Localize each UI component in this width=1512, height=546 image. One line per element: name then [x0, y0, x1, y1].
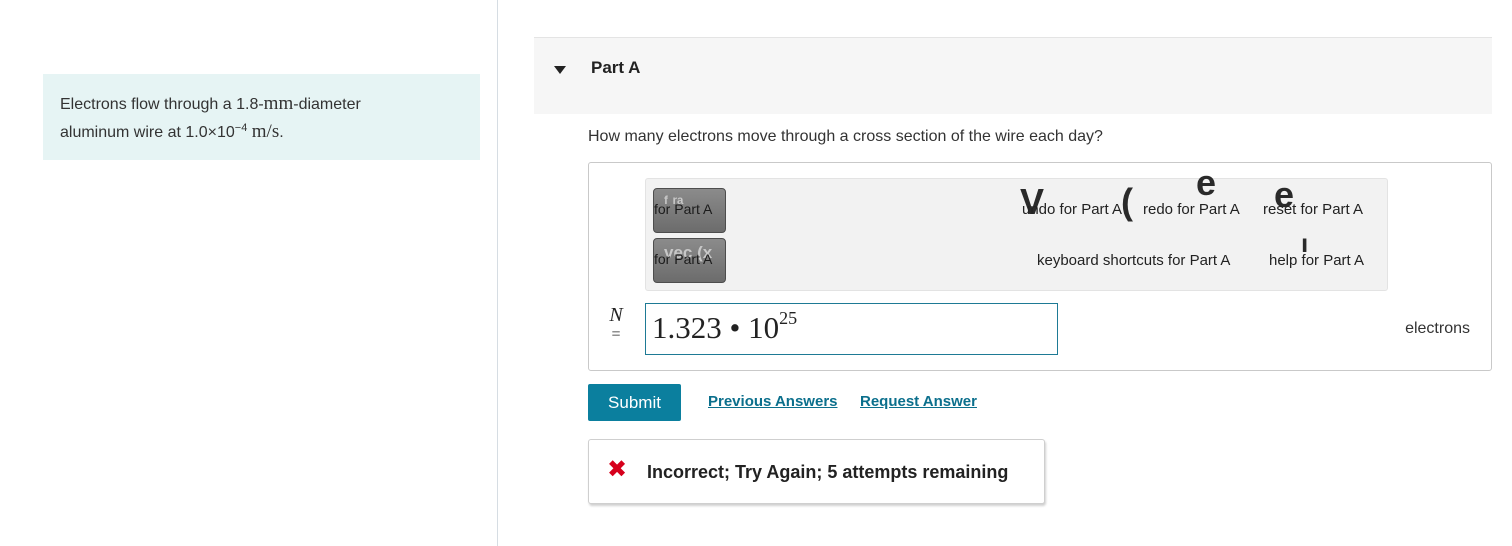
math-toolbar: ᶠ ʳᵃ for Part A vec (x for Part A V undo…	[645, 165, 1388, 291]
redo-button[interactable]: redo for Part A	[1143, 201, 1240, 218]
unit-mm: mm	[263, 93, 294, 114]
answer-mantissa: 1.323 • 10	[652, 310, 780, 345]
part-title: Part A	[591, 58, 641, 77]
request-answer-link[interactable]: Request Answer	[860, 393, 977, 410]
panel-divider	[497, 0, 498, 546]
unit-speed: m/s	[251, 121, 280, 142]
help-button[interactable]: help for Part A	[1269, 252, 1364, 269]
vector-button-label: for Part A	[654, 251, 713, 267]
answer-input[interactable]: 1.323 • 1025	[645, 303, 1058, 355]
answer-unit: electrons	[1405, 320, 1470, 337]
problem-line-2: aluminum wire at 1.0×10−4 m/s.	[60, 118, 463, 146]
answer-exponent: 25	[779, 308, 798, 328]
incorrect-icon: ✖	[607, 456, 628, 483]
feedback-box: ✖ Incorrect; Try Again; 5 attempts remai…	[588, 439, 1045, 504]
reset-button[interactable]: reset for Part A	[1263, 201, 1363, 218]
templates-button[interactable]: ᶠ ʳᵃ for Part A	[653, 188, 726, 233]
speed-exponent: −4	[234, 122, 248, 134]
answer-area: ᶠ ʳᵃ for Part A vec (x for Part A V undo…	[588, 162, 1492, 371]
problem-statement: Electrons flow through a 1.8-mm-diameter…	[43, 74, 480, 160]
question-text: How many electrons move through a cross …	[588, 128, 1103, 145]
equals-sign: =	[611, 326, 621, 343]
part-a-header[interactable]: Part A	[534, 37, 1492, 114]
problem-speed-value: aluminum wire at 1.0×10	[60, 124, 235, 141]
redo-icon: (	[1121, 181, 1133, 222]
previous-answers-link[interactable]: Previous Answers	[708, 393, 838, 410]
undo-button[interactable]: undo for Part A	[1022, 201, 1122, 218]
vector-button[interactable]: vec (x for Part A	[653, 238, 726, 283]
collapse-caret-icon[interactable]	[554, 66, 566, 74]
problem-period: .	[279, 124, 284, 141]
submit-button[interactable]: Submit	[588, 384, 681, 421]
variable-label: N =	[605, 304, 627, 344]
templates-button-label: for Part A	[654, 201, 713, 217]
problem-text: Electrons flow through a 1.8-	[60, 96, 264, 113]
feedback-message: Incorrect; Try Again; 5 attempts remaini…	[647, 462, 1009, 482]
reset-icon-top: e	[1196, 162, 1217, 203]
problem-line-1: Electrons flow through a 1.8-mm-diameter	[60, 90, 463, 118]
keyboard-shortcuts-button[interactable]: keyboard shortcuts for Part A	[1037, 252, 1230, 269]
variable-name: N	[609, 304, 623, 326]
problem-text-mid: -diameter	[293, 96, 361, 113]
